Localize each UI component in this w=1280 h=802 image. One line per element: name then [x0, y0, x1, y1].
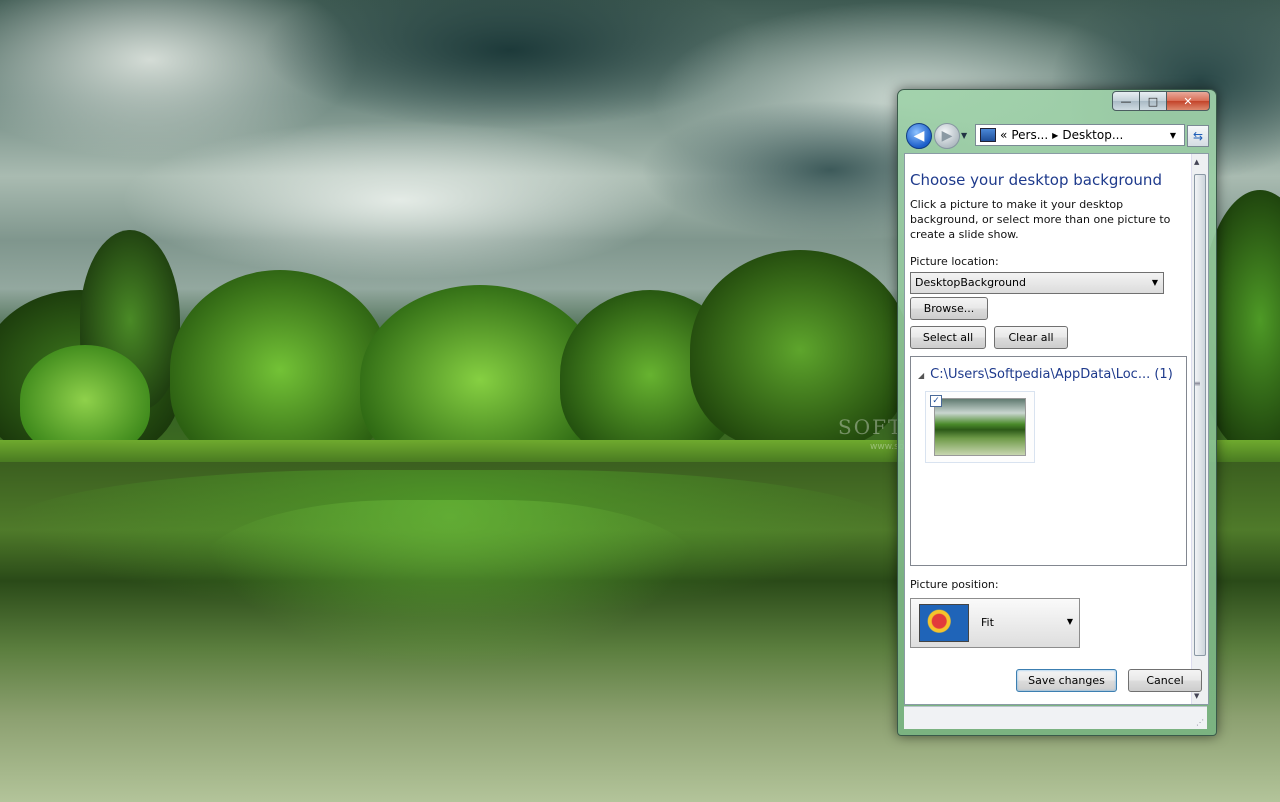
scroll-up-icon[interactable]: ▲ [1194, 158, 1199, 166]
breadcrumb-desktop[interactable]: Desktop... [1062, 128, 1123, 142]
vertical-scrollbar[interactable]: ▲ ≡ ▼ [1191, 154, 1208, 704]
scrollbar-grip-icon: ≡ [1194, 379, 1201, 388]
picture-location-select[interactable]: DesktopBackground ▼ [910, 272, 1164, 294]
picture-position-label: Picture position: [910, 578, 999, 591]
address-dropdown-icon[interactable]: ▼ [1170, 131, 1176, 140]
folder-group-label: C:\Users\Softpedia\AppData\Loc... (1) [930, 367, 1173, 382]
tree-reflection [200, 500, 700, 670]
tree [20, 345, 150, 455]
address-prefix[interactable]: « [1000, 128, 1007, 142]
content-pane: Choose your desktop background Click a p… [904, 153, 1209, 705]
picture-position-value: Fit [981, 616, 994, 629]
maximize-button[interactable]: □ [1139, 91, 1167, 111]
resize-grip-icon[interactable]: ⋰ [1196, 718, 1204, 727]
scroll-down-icon[interactable]: ▼ [1194, 692, 1199, 700]
page-description: Click a picture to make it your desktop … [910, 198, 1171, 241]
select-all-button[interactable]: Select all [910, 326, 986, 349]
browse-button[interactable]: Browse... [910, 297, 988, 320]
control-panel-icon [980, 128, 996, 142]
picture-thumbnail[interactable]: ✓ [925, 391, 1035, 463]
wallpaper-thumbnail-image [934, 398, 1026, 456]
recent-pages-dropdown-icon[interactable]: ▼ [961, 131, 967, 140]
picture-location-label: Picture location: [910, 255, 999, 268]
thumbnail-checkbox[interactable]: ✓ [930, 395, 942, 407]
folder-group-header[interactable]: ◢ C:\Users\Softpedia\AppData\Loc... (1) [918, 367, 1173, 382]
picture-list: ◢ C:\Users\Softpedia\AppData\Loc... (1) ✓ [910, 356, 1187, 566]
scrollbar-thumb[interactable] [1194, 174, 1206, 656]
breadcrumb-separator-icon: ▶ [1052, 130, 1059, 140]
refresh-icon[interactable]: ⇆ [1187, 125, 1209, 147]
cloud [120, 120, 680, 280]
page-title: Choose your desktop background [910, 171, 1162, 189]
fit-position-icon [919, 604, 969, 642]
clear-all-button[interactable]: Clear all [994, 326, 1068, 349]
picture-location-value: DesktopBackground [915, 276, 1026, 289]
caption-buttons: — □ ✕ [1112, 91, 1210, 111]
close-button[interactable]: ✕ [1166, 91, 1210, 111]
desktop-background-window: — □ ✕ ◀ ▶ ▼ « Pers... ▶ Desktop... ▼ ⇆ C… [897, 89, 1217, 736]
minimize-button[interactable]: — [1112, 91, 1140, 111]
forward-arrow-icon[interactable]: ▶ [934, 123, 960, 149]
breadcrumb-personalization[interactable]: Pers... [1011, 128, 1048, 142]
chevron-down-icon: ▼ [1151, 278, 1158, 287]
collapse-triangle-icon[interactable]: ◢ [918, 371, 924, 380]
cancel-button[interactable]: Cancel [1128, 669, 1202, 692]
status-bar: ⋰ [904, 706, 1207, 729]
picture-position-select[interactable]: Fit ▼ [910, 598, 1080, 648]
navigation-bar: ◀ ▶ ▼ « Pers... ▶ Desktop... ▼ ⇆ [906, 121, 1209, 149]
back-arrow-icon[interactable]: ◀ [906, 123, 932, 149]
address-bar[interactable]: « Pers... ▶ Desktop... ▼ [975, 124, 1185, 146]
save-changes-button[interactable]: Save changes [1016, 669, 1117, 692]
chevron-down-icon: ▼ [1066, 617, 1073, 626]
